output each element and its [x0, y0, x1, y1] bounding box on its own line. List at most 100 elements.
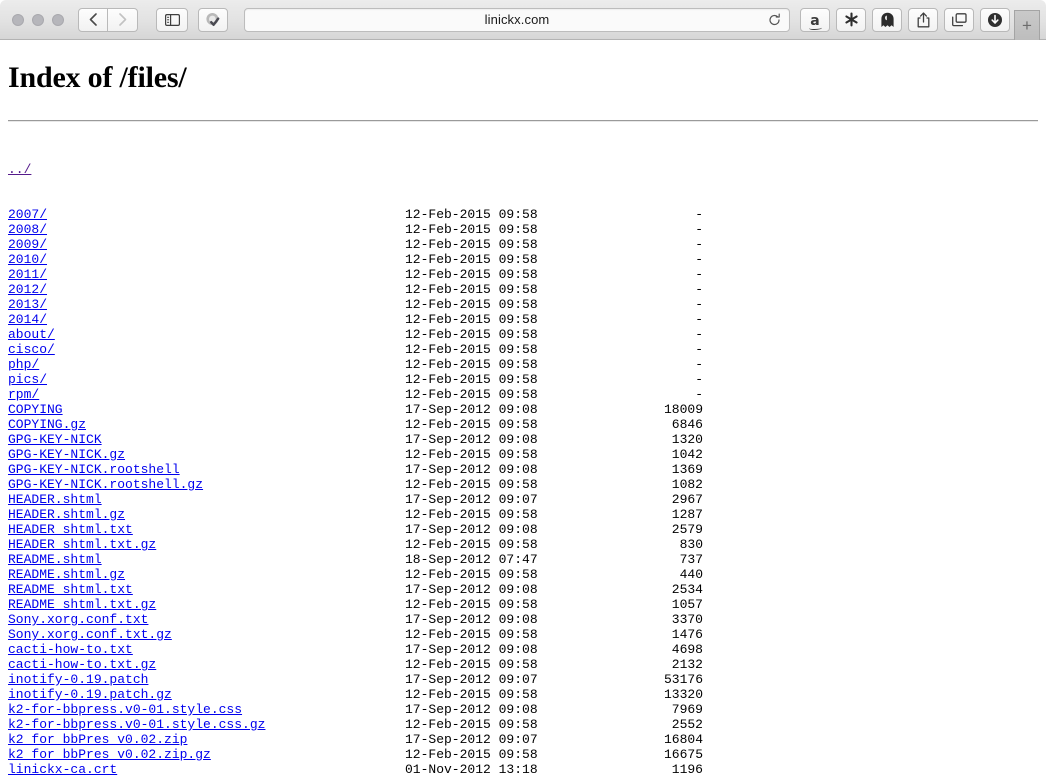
file-link[interactable]: Sony.xorg.conf.txt.gz — [8, 627, 172, 642]
list-item: 2008/12-Feb-2015 09:58 - — [8, 222, 1038, 237]
file-link[interactable]: php/ — [8, 357, 39, 372]
file-link[interactable]: HEADER_shtml.txt.gz — [8, 537, 156, 552]
file-date: 17-Sep-2012 09:07 — [405, 732, 538, 747]
file-date: 17-Sep-2012 09:08 — [405, 522, 538, 537]
share-icon — [917, 11, 930, 28]
file-link[interactable]: COPYING.gz — [8, 417, 86, 432]
file-date: 01-Nov-2012 13:18 — [405, 762, 538, 777]
file-link[interactable]: GPG-KEY-NICK — [8, 432, 102, 447]
minimize-window-button[interactable] — [32, 13, 44, 26]
onepassword-icon — [204, 11, 222, 29]
file-link[interactable]: 2007/ — [8, 207, 47, 222]
tab-overview-button[interactable] — [944, 7, 974, 32]
file-size: 440 — [679, 567, 703, 582]
file-link[interactable]: README.shtml — [8, 552, 102, 567]
close-window-button[interactable] — [12, 13, 24, 26]
file-size: 830 — [679, 537, 703, 552]
file-date: 17-Sep-2012 09:08 — [405, 642, 538, 657]
file-size: 737 — [679, 552, 703, 567]
file-link[interactable]: HEADER.shtml — [8, 492, 102, 507]
url-text: linickx.com — [484, 12, 550, 27]
file-date: 12-Feb-2015 09:58 — [405, 537, 538, 552]
file-link[interactable]: cisco/ — [8, 342, 55, 357]
download-icon — [987, 12, 1003, 28]
file-link[interactable]: Sony.xorg.conf.txt — [8, 612, 148, 627]
file-size: 1320 — [671, 432, 703, 447]
onepassword-toolbar-button[interactable] — [198, 7, 228, 32]
list-item: inotify-0.19.patch 17-Sep-2012 09:07 53176 — [8, 672, 1038, 687]
file-date: 17-Sep-2012 09:08 — [405, 462, 538, 477]
page-title: Index of /files/ — [8, 61, 187, 94]
file-link[interactable]: GPG-KEY-NICK.rootshell.gz — [8, 477, 203, 492]
file-link[interactable]: 2013/ — [8, 297, 47, 312]
file-date: 12-Feb-2015 09:58 — [405, 447, 538, 462]
file-size: 1042 — [671, 447, 703, 462]
file-date: 12-Feb-2015 09:58 — [405, 282, 538, 297]
file-link[interactable]: inotify-0.19.patch.gz — [8, 687, 172, 702]
directory-listing: ../ 2007/12-Feb-2015 09:58-2008/12-Feb-2… — [8, 132, 1038, 777]
file-date: 12-Feb-2015 09:58 — [405, 372, 538, 387]
file-size: 13320 — [663, 687, 703, 702]
file-size: 2552 — [671, 717, 703, 732]
list-item: 2014/12-Feb-2015 09:58 - — [8, 312, 1038, 327]
file-link[interactable]: k2-for-bbpress.v0-01.style.css — [8, 702, 242, 717]
new-tab-button[interactable]: + — [1014, 10, 1040, 40]
downloads-button[interactable] — [980, 7, 1010, 32]
file-link[interactable]: k2_for_bbPres_v0.02.zip.gz — [8, 747, 211, 762]
file-link[interactable]: 2012/ — [8, 282, 47, 297]
list-item: linickx-ca.crt 01-Nov-2012 13:18 1196 — [8, 762, 1038, 777]
file-date: 12-Feb-2015 09:58 — [405, 327, 538, 342]
file-link[interactable]: k2_for_bbPres_v0.02.zip — [8, 732, 187, 747]
file-link[interactable]: README_shtml.txt.gz — [8, 597, 156, 612]
chevron-right-icon — [118, 13, 127, 26]
forward-button[interactable] — [108, 7, 138, 32]
file-size: 1287 — [671, 507, 703, 522]
file-link[interactable]: COPYING — [8, 402, 63, 417]
file-size: - — [695, 357, 703, 372]
file-link[interactable]: README.shtml.gz — [8, 567, 125, 582]
list-item: Sony.xorg.conf.txt 17-Sep-2012 09:08 3370 — [8, 612, 1038, 627]
address-bar[interactable]: linickx.com — [244, 7, 790, 32]
file-link[interactable]: cacti-how-to.txt — [8, 642, 133, 657]
toolbar-extensions: a — [800, 7, 1010, 32]
file-link[interactable]: GPG-KEY-NICK.gz — [8, 447, 125, 462]
share-button[interactable] — [908, 7, 938, 32]
tabs-icon — [951, 12, 967, 27]
file-link[interactable]: linickx-ca.crt — [8, 762, 117, 777]
file-size: 1082 — [671, 477, 703, 492]
file-date: 17-Sep-2012 09:08 — [405, 432, 538, 447]
file-link[interactable]: 2009/ — [8, 237, 47, 252]
onepassword-button[interactable] — [836, 7, 866, 32]
file-link[interactable]: README_shtml.txt — [8, 582, 133, 597]
file-link[interactable]: 2010/ — [8, 252, 47, 267]
navigation-buttons — [78, 7, 144, 32]
list-item: GPG-KEY-NICK.rootshell 17-Sep-2012 09:08 1… — [8, 462, 1038, 477]
file-link[interactable]: 2014/ — [8, 312, 47, 327]
file-link[interactable]: HEADER.shtml.gz — [8, 507, 125, 522]
zoom-window-button[interactable] — [52, 13, 64, 26]
file-link[interactable]: 2011/ — [8, 267, 47, 282]
parent-directory-link[interactable]: ../ — [8, 162, 31, 177]
file-link[interactable]: GPG-KEY-NICK.rootshell — [8, 462, 180, 477]
file-size: - — [695, 222, 703, 237]
file-link[interactable]: cacti-how-to.txt.gz — [8, 657, 156, 672]
file-size: - — [695, 297, 703, 312]
list-item: README.shtml.gz 12-Feb-2015 09:58 440 — [8, 567, 1038, 582]
list-item: about/12-Feb-2015 09:58 - — [8, 327, 1038, 342]
list-item: GPG-KEY-NICK.rootshell.gz 12-Feb-2015 09:… — [8, 477, 1038, 492]
file-link[interactable]: rpm/ — [8, 387, 39, 402]
file-link[interactable]: HEADER_shtml.txt — [8, 522, 133, 537]
file-link[interactable]: pics/ — [8, 372, 47, 387]
list-item: k2_for_bbPres_v0.02.zip 17-Sep-2012 09:07… — [8, 732, 1038, 747]
reload-icon[interactable] — [768, 13, 781, 26]
back-button[interactable] — [78, 7, 108, 32]
file-date: 12-Feb-2015 09:58 — [405, 567, 538, 582]
amazon-button[interactable]: a — [800, 7, 830, 32]
file-link[interactable]: inotify-0.19.patch — [8, 672, 148, 687]
show-sidebar-button[interactable] — [156, 7, 188, 32]
ghostery-button[interactable] — [872, 7, 902, 32]
file-link[interactable]: 2008/ — [8, 222, 47, 237]
file-link[interactable]: k2-for-bbpress.v0-01.style.css.gz — [8, 717, 265, 732]
file-link[interactable]: about/ — [8, 327, 55, 342]
list-item: HEADER_shtml.txt 17-Sep-2012 09:08 2579 — [8, 522, 1038, 537]
